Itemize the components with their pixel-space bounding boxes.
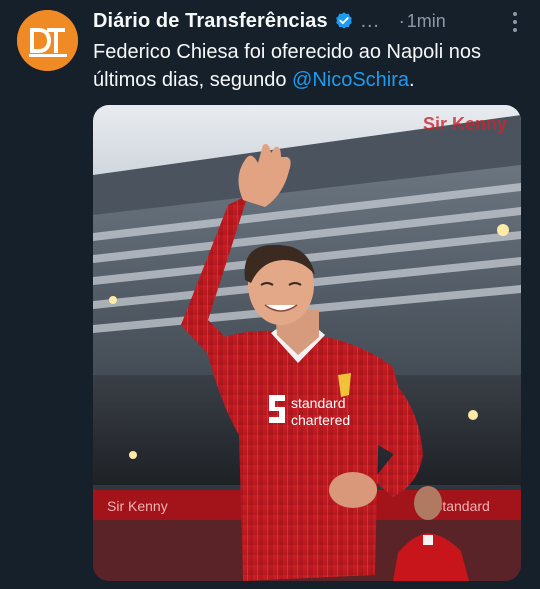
sponsor-line1: standard: [291, 395, 345, 411]
tweet-card[interactable]: Diário de Transferências … · 1min Federi…: [0, 0, 540, 589]
board-left: Sir Kenny: [107, 498, 168, 514]
verified-badge-icon: [334, 11, 354, 31]
separator-dot: ·: [398, 10, 405, 31]
sponsor-line2: chartered: [291, 412, 350, 428]
tweet-text: Federico Chiesa foi oferecido ao Napoli …: [93, 38, 520, 94]
handle-truncated[interactable]: …: [360, 10, 381, 33]
tweet-text-end: .: [409, 69, 415, 91]
tweet-image[interactable]: Sir Kenny Sir Kenny Standard standard ch…: [93, 105, 521, 581]
tweet-text-body: Federico Chiesa foi oferecido ao Napoli …: [93, 41, 481, 91]
more-options-icon[interactable]: [512, 12, 518, 32]
tweet-header: Diário de Transferências … · 1min: [93, 8, 526, 34]
mention-link[interactable]: @NicoSchira: [292, 69, 409, 91]
timestamp[interactable]: 1min: [407, 11, 446, 32]
avatar[interactable]: [17, 10, 78, 71]
display-name[interactable]: Diário de Transferências: [93, 10, 328, 33]
sponsor-logo-icon: [269, 395, 285, 423]
dt-logo-icon: [17, 10, 78, 71]
stand-banner: Sir Kenny: [423, 114, 507, 134]
player-photo: Sir Kenny Sir Kenny Standard standard ch…: [93, 105, 521, 581]
